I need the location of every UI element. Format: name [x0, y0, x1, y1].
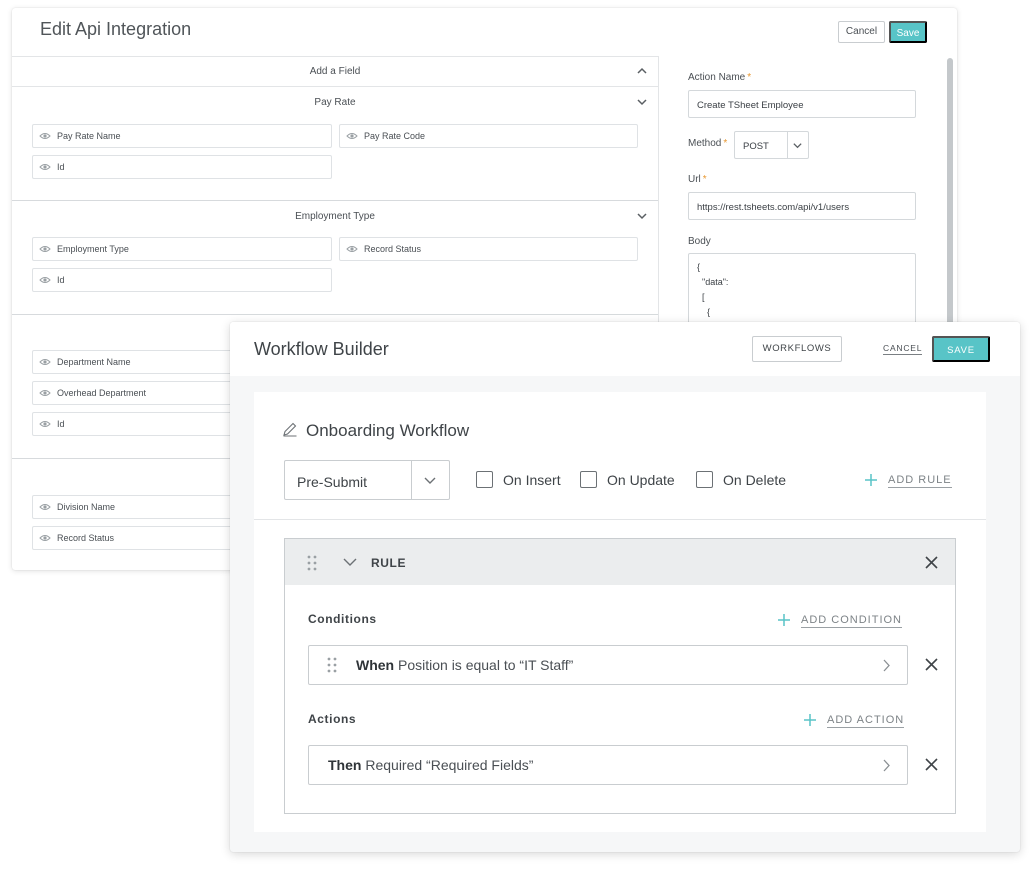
body-label: Body [688, 236, 711, 247]
workflow-settings: Onboarding Workflow Pre-Submit On Insert… [254, 392, 986, 520]
method-label: Method * [688, 138, 728, 149]
pencil-icon[interactable] [282, 421, 298, 437]
field-label: Id [57, 162, 65, 172]
plus-icon[interactable] [803, 713, 817, 727]
eye-icon[interactable] [39, 244, 51, 254]
section-title: Pay Rate [314, 97, 356, 108]
close-icon[interactable] [925, 658, 938, 671]
actions-label: Actions [308, 712, 357, 726]
drag-handle-icon[interactable] [307, 555, 317, 571]
workflow-header: Workflow Builder WORKFLOWS CANCEL SAVE [230, 322, 1020, 376]
eye-icon[interactable] [39, 388, 51, 398]
field-employment-id[interactable]: Id [32, 268, 332, 292]
checkbox-box[interactable] [696, 471, 713, 488]
eye-icon[interactable] [39, 533, 51, 543]
rule-header[interactable]: RULE [285, 539, 955, 585]
checkbox-box[interactable] [476, 471, 493, 488]
checkbox-label: On Update [607, 472, 675, 488]
api-page-title: Edit Api Integration [40, 19, 192, 39]
section-header-employment-type[interactable]: Employment Type [12, 202, 658, 232]
action-row[interactable]: Then Required “Required Fields” [308, 745, 908, 785]
chevron-up-icon[interactable] [636, 65, 648, 77]
chevron-down-icon[interactable] [423, 473, 437, 487]
field-record-status[interactable]: Record Status [339, 237, 638, 261]
chevron-down-icon[interactable] [792, 140, 803, 151]
chevron-down-icon[interactable] [636, 210, 648, 222]
eye-icon[interactable] [346, 131, 358, 141]
eye-icon[interactable] [346, 244, 358, 254]
section-divider [12, 200, 658, 201]
field-pay-rate-id[interactable]: Id [32, 155, 332, 179]
scrollbar-thumb[interactable] [947, 58, 953, 338]
field-employment-type[interactable]: Employment Type [32, 237, 332, 261]
add-field-header[interactable]: Add a Field [12, 57, 658, 87]
close-icon[interactable] [925, 758, 938, 771]
condition-text: When Position is equal to “IT Staff” [356, 657, 574, 673]
checkbox-box[interactable] [580, 471, 597, 488]
condition-row[interactable]: When Position is equal to “IT Staff” [308, 645, 908, 685]
drag-handle-icon[interactable] [327, 657, 337, 673]
chevron-right-icon[interactable] [882, 659, 891, 672]
chevron-down-icon[interactable] [343, 556, 357, 568]
field-label: Employment Type [57, 244, 129, 254]
eye-icon[interactable] [39, 419, 51, 429]
add-rule-label: ADD RULE [888, 474, 952, 488]
trigger-value: Pre-Submit [297, 474, 368, 490]
field-label: Division Name [57, 502, 116, 512]
field-label: Id [57, 419, 65, 429]
add-action-label: ADD ACTION [827, 714, 905, 728]
eye-icon[interactable] [39, 502, 51, 512]
workflow-builder-window: Workflow Builder WORKFLOWS CANCEL SAVE O… [230, 322, 1020, 852]
url-label: Url * [688, 174, 707, 185]
workflow-panel: Onboarding Workflow Pre-Submit On Insert… [254, 392, 986, 832]
checkbox-label: On Insert [503, 472, 561, 488]
workflow-page-title: Workflow Builder [254, 339, 389, 359]
eye-icon[interactable] [39, 357, 51, 367]
select-divider [787, 132, 788, 158]
section-divider [12, 314, 658, 315]
field-pay-rate-code[interactable]: Pay Rate Code [339, 124, 638, 148]
action-name-input[interactable]: Create TSheet Employee [688, 90, 916, 118]
eye-icon[interactable] [39, 131, 51, 141]
workflow-save-button[interactable]: SAVE [932, 336, 990, 362]
rule-label: RULE [371, 556, 407, 570]
add-field-label: Add a Field [309, 66, 361, 77]
field-label: Record Status [57, 533, 115, 543]
field-label: Pay Rate Name [57, 131, 121, 141]
api-cancel-button[interactable]: Cancel [838, 21, 885, 43]
section-title: Employment Type [295, 211, 375, 222]
method-value: POST [743, 141, 769, 152]
section-header-pay-rate[interactable]: Pay Rate [12, 88, 658, 118]
select-divider [411, 461, 412, 499]
field-label: Record Status [364, 244, 422, 254]
plus-icon[interactable] [777, 613, 791, 627]
url-input[interactable]: https://rest.tsheets.com/api/v1/users [688, 192, 916, 220]
conditions-label: Conditions [308, 612, 377, 626]
plus-icon[interactable] [864, 473, 878, 487]
field-pay-rate-name[interactable]: Pay Rate Name [32, 124, 332, 148]
action-name-label: Action Name * [688, 72, 752, 83]
method-select[interactable]: POST [734, 131, 809, 159]
eye-icon[interactable] [39, 275, 51, 285]
eye-icon[interactable] [39, 162, 51, 172]
field-label: Department Name [57, 357, 131, 367]
workflows-button[interactable]: WORKFLOWS [752, 336, 842, 362]
workflow-cancel-button[interactable]: CANCEL [883, 343, 923, 355]
workflow-name[interactable]: Onboarding Workflow [306, 421, 469, 441]
api-save-button[interactable]: Save [889, 21, 927, 43]
checkbox-label: On Delete [723, 472, 787, 488]
field-label: Pay Rate Code [364, 131, 426, 141]
add-condition-label: ADD CONDITION [801, 614, 902, 628]
close-icon[interactable] [925, 556, 938, 569]
action-text: Then Required “Required Fields” [328, 757, 534, 773]
field-label: Overhead Department [57, 388, 147, 398]
trigger-select[interactable]: Pre-Submit [284, 460, 450, 500]
chevron-right-icon[interactable] [882, 759, 891, 772]
chevron-down-icon[interactable] [636, 96, 648, 108]
field-label: Id [57, 275, 65, 285]
rule-card: RULE Conditions ADD CONDITION When Posit… [284, 538, 956, 814]
